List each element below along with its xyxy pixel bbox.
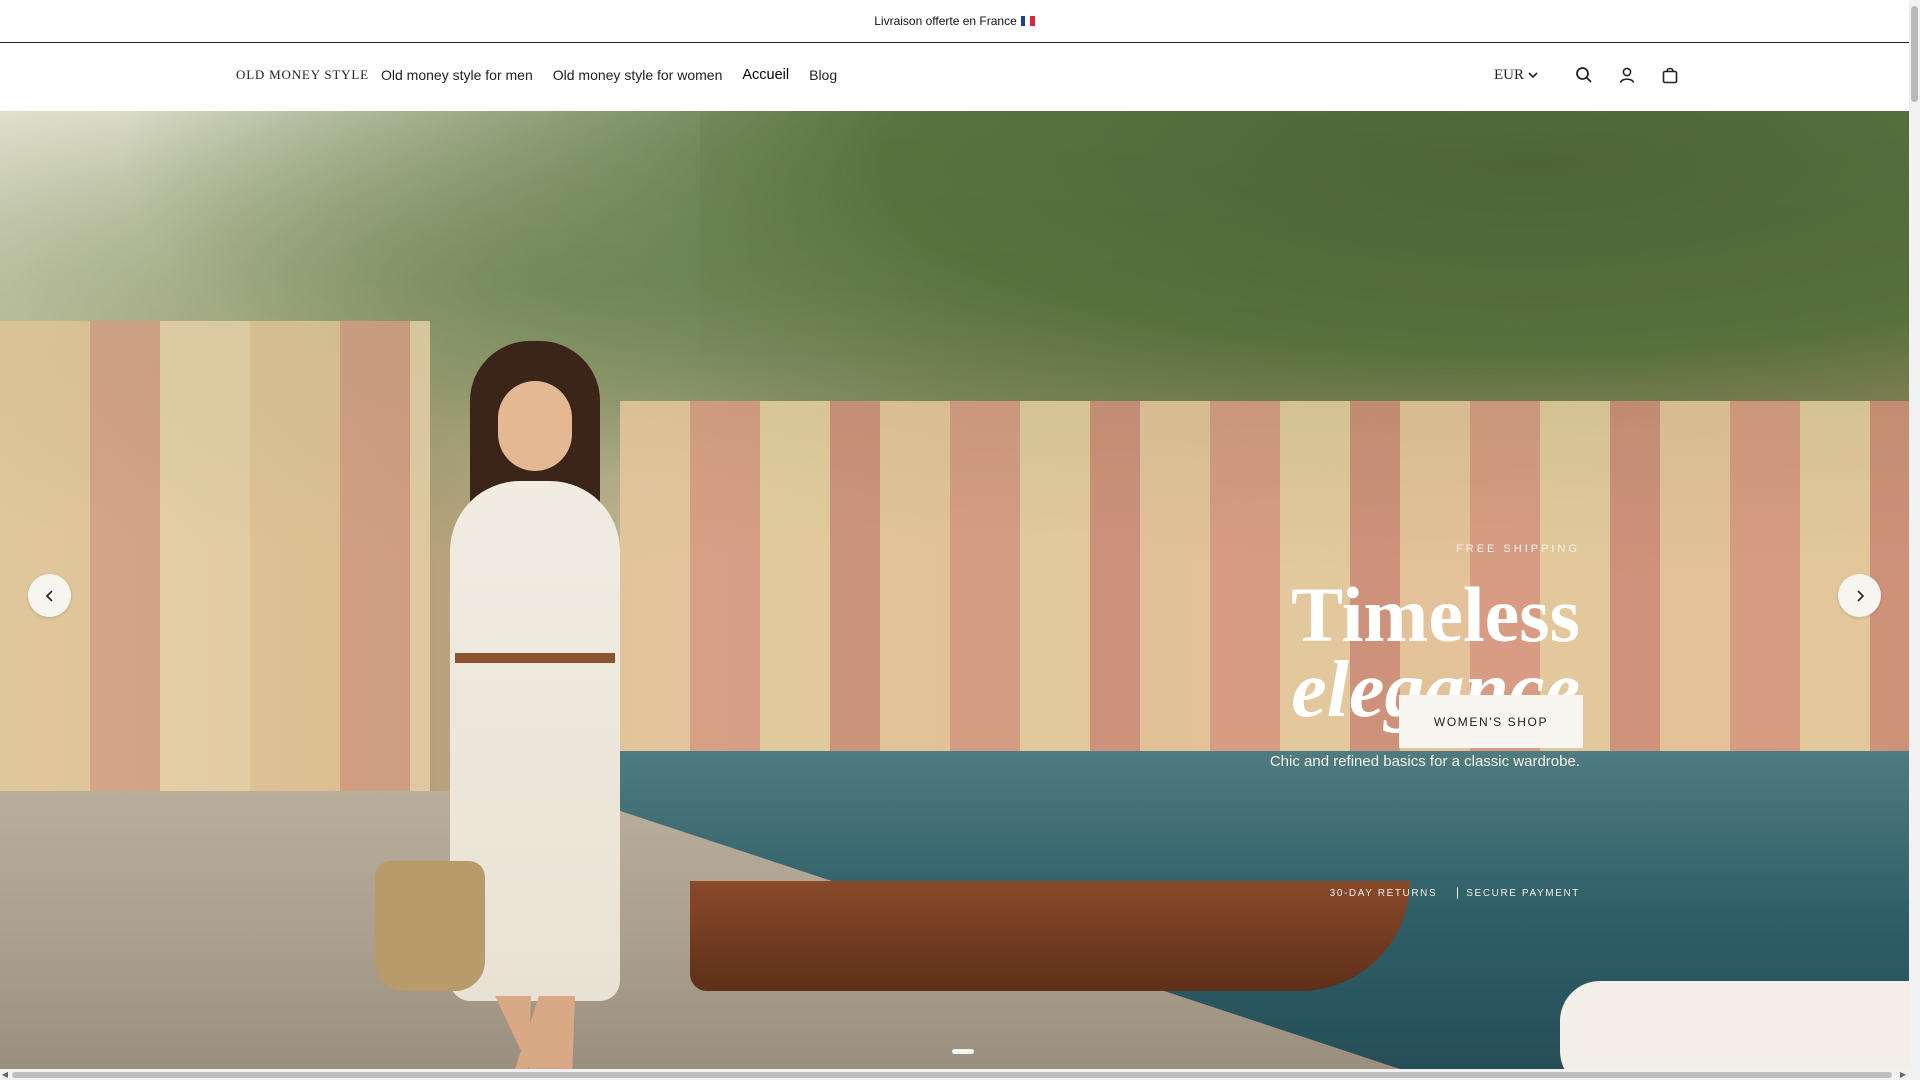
model-belt xyxy=(455,653,615,663)
hero-badges: 30-DAY RETURNS SECURE PAYMENT xyxy=(1330,887,1580,899)
hero-banner: FREE SHIPPING Timeless elegance Chic and… xyxy=(0,111,1909,1069)
logo[interactable]: OLD MONEY STYLE xyxy=(236,67,369,83)
model-legs xyxy=(495,996,575,1069)
hero-subtitle: Chic and refined basics for a classic wa… xyxy=(1269,753,1580,770)
currency-label: EUR xyxy=(1494,66,1524,83)
carousel-prev-button[interactable] xyxy=(28,574,71,617)
carousel-next-button[interactable] xyxy=(1838,574,1881,617)
vertical-scrollbar[interactable] xyxy=(1909,0,1920,1080)
nav-link-accueil[interactable]: Accueil xyxy=(742,67,789,83)
carousel-dots xyxy=(952,1049,974,1054)
hero-white-boat xyxy=(1560,981,1909,1069)
badge-returns: 30-DAY RETURNS xyxy=(1329,887,1438,899)
chevron-right-icon xyxy=(1856,589,1864,602)
carousel-dot-active[interactable] xyxy=(952,1049,974,1054)
scroll-right-arrow-icon[interactable]: ▶ xyxy=(1898,1069,1908,1080)
chevron-left-icon xyxy=(45,589,53,602)
announcement-text: Livraison offerte en France xyxy=(874,14,1017,28)
nav-link-men[interactable]: Old money style for men xyxy=(381,67,533,83)
hero-kicker: FREE SHIPPING xyxy=(1456,543,1580,555)
search-icon[interactable] xyxy=(1572,63,1596,87)
scroll-left-arrow-icon[interactable]: ◀ xyxy=(0,1069,10,1080)
hero-title-line1: Timeless xyxy=(1291,571,1580,658)
badge-secure-payment: SECURE PAYMENT xyxy=(1466,887,1580,899)
account-icon[interactable] xyxy=(1615,63,1639,87)
model-bag xyxy=(375,861,485,991)
womens-shop-button[interactable]: WOMEN'S SHOP xyxy=(1399,695,1583,748)
nav-link-women[interactable]: Old money style for women xyxy=(553,67,723,83)
horizontal-scrollbar[interactable]: ◀ ▶ xyxy=(0,1069,1909,1080)
french-flag-icon xyxy=(1020,16,1035,26)
announcement-bar: Livraison offerte en France xyxy=(0,0,1909,43)
header-tools: EUR xyxy=(1494,63,1682,87)
cart-icon[interactable] xyxy=(1658,63,1682,87)
badge-divider xyxy=(1457,887,1459,899)
nav-link-blog[interactable]: Blog xyxy=(809,67,837,83)
main-nav: Old money style for men Old money style … xyxy=(381,67,837,83)
currency-selector[interactable]: EUR xyxy=(1494,67,1539,84)
vertical-scrollbar-thumb[interactable] xyxy=(1911,6,1918,102)
model-face xyxy=(498,381,572,471)
chevron-down-icon xyxy=(1528,72,1538,79)
site-header: OLD MONEY STYLE Old money style for men … xyxy=(0,43,1909,111)
hero-model xyxy=(375,341,660,1069)
horizontal-scrollbar-thumb[interactable] xyxy=(12,1072,1892,1078)
hero-wooden-boat xyxy=(690,881,1410,991)
